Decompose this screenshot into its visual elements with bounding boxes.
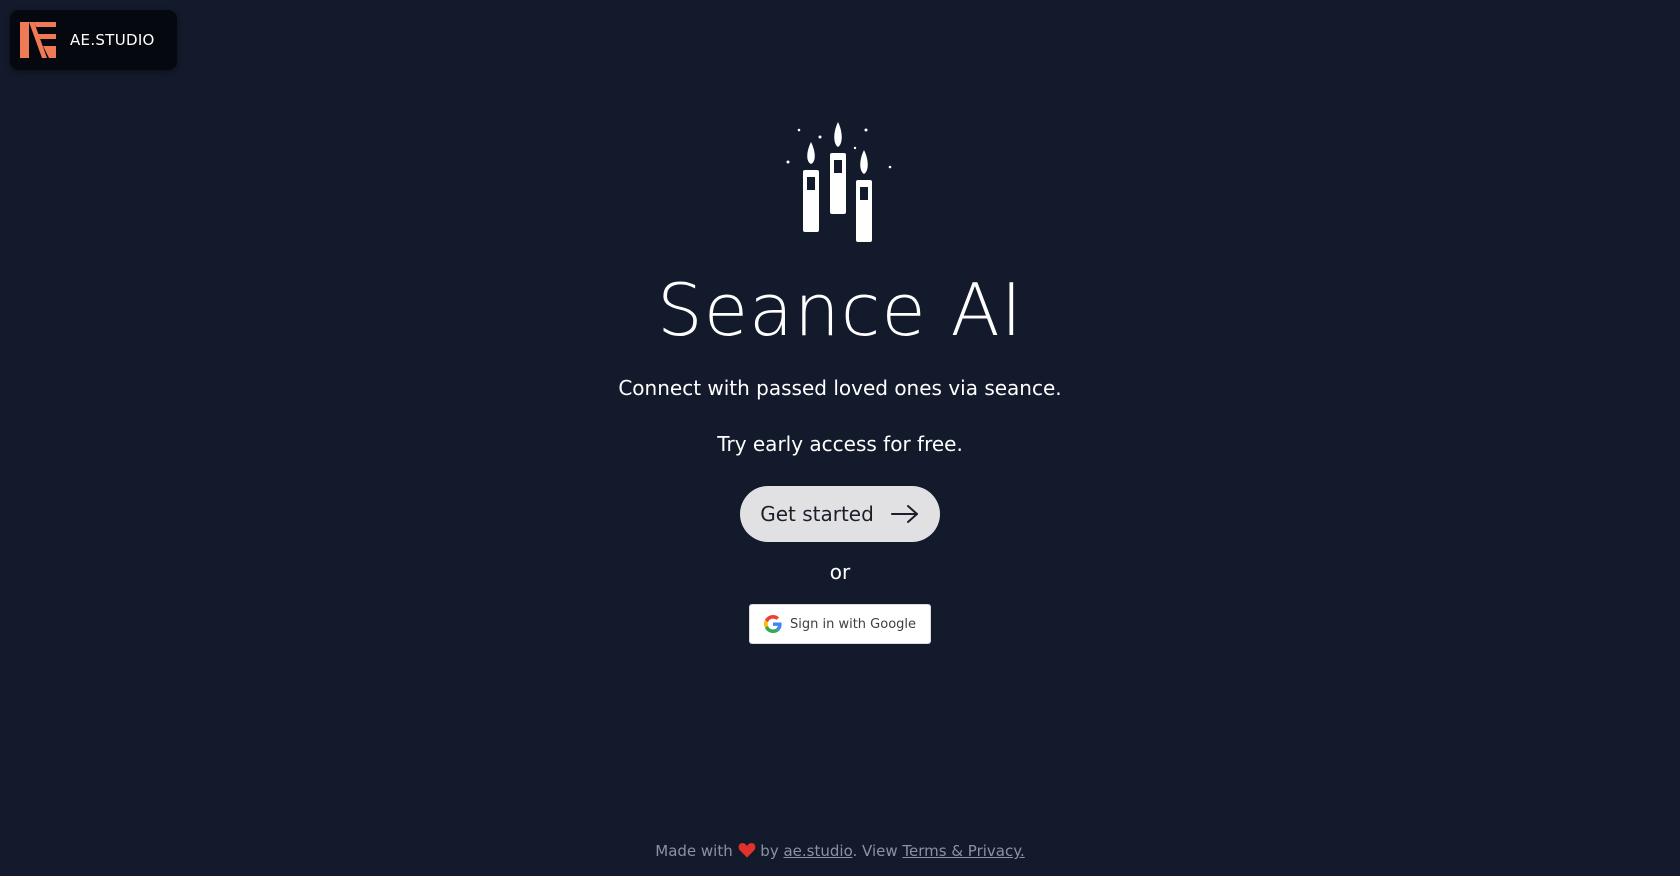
footer-view: . View (852, 842, 898, 860)
footer: Made with by ae.studio. View Terms & Pri… (0, 842, 1680, 860)
google-sign-in-button[interactable]: Sign in with Google (749, 604, 931, 644)
hero-section: Seance AI Connect with passed loved ones… (0, 120, 1680, 644)
ae-studio-logo-icon (20, 22, 56, 58)
candles-icon (786, 122, 892, 242)
google-sign-in-label: Sign in with Google (789, 616, 917, 632)
get-started-button[interactable]: Get started (740, 486, 940, 542)
page-title: Seance AI (656, 268, 1023, 352)
brand-name: AE.STUDIO (70, 31, 155, 49)
arrow-right-icon (890, 505, 918, 523)
google-g-icon (763, 615, 782, 633)
ae-studio-badge[interactable]: AE.STUDIO (10, 10, 177, 70)
tagline: Try early access for free. (717, 432, 963, 456)
or-divider: or (829, 560, 851, 584)
get-started-label: Get started (760, 502, 874, 526)
terms-privacy-link[interactable]: Terms & Privacy. (902, 842, 1024, 860)
subtitle: Connect with passed loved ones via seanc… (618, 376, 1062, 400)
footer-by: by (760, 842, 779, 860)
footer-made-with: Made with (655, 842, 733, 860)
heart-icon (738, 843, 755, 858)
ae-studio-link[interactable]: ae.studio (783, 842, 852, 860)
